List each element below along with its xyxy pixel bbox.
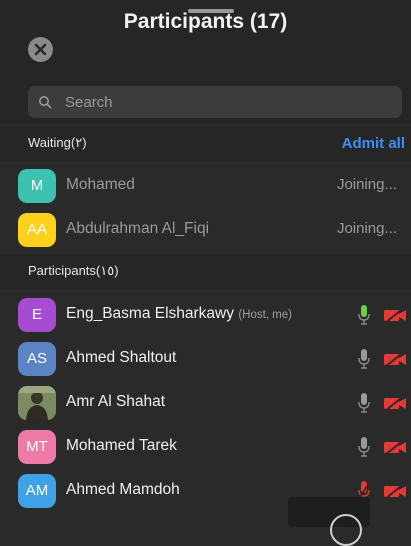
avatar: AM <box>18 474 56 508</box>
waiting-label: Waiting(٢) <box>28 135 87 150</box>
waiting-section-header: Waiting(٢) Admit all <box>0 126 411 161</box>
avatar: MT <box>18 430 56 464</box>
avatar-photo <box>18 386 56 420</box>
mic-muted-icon[interactable] <box>357 348 371 370</box>
floating-control-icon[interactable] <box>330 514 362 546</box>
participants-section-header: Participants(١٥) <box>0 254 411 289</box>
participant-name: Abdulrahman Al_Fiqi <box>66 220 210 237</box>
mic-muted-icon[interactable] <box>357 392 371 414</box>
avatar: AA <box>18 213 56 247</box>
waiting-row[interactable]: AA Abdulrahman Al_Fiqi Joining... <box>0 208 411 252</box>
joining-status: Joining... <box>336 176 397 193</box>
waiting-row[interactable]: M Mohamed Joining... <box>0 164 411 208</box>
profile-photo-icon <box>18 386 56 420</box>
participant-row[interactable]: Amr Al Shahat <box>0 381 411 425</box>
participants-label: Participants(١٥) <box>28 263 119 278</box>
participant-row[interactable]: E Eng_Basma Elsharkawy (Host, me) <box>0 293 411 337</box>
video-off-icon[interactable] <box>383 394 407 412</box>
close-button[interactable] <box>28 37 53 62</box>
participant-name: Ahmed Shaltout <box>66 349 177 366</box>
participant-name: Ahmed Mamdoh <box>66 481 180 498</box>
admit-all-button[interactable]: Admit all <box>342 135 405 152</box>
search-placeholder: Search <box>65 94 113 111</box>
mic-muted-icon[interactable] <box>357 436 371 458</box>
video-off-icon[interactable] <box>383 306 407 324</box>
video-off-icon[interactable] <box>383 350 407 368</box>
search-icon <box>39 96 52 109</box>
participant-row[interactable]: MT Mohamed Tarek <box>0 425 411 469</box>
joining-status: Joining... <box>336 220 397 237</box>
participants-header: Participants (17) Search <box>0 0 411 124</box>
avatar: E <box>18 298 56 332</box>
participant-name: Eng_Basma Elsharkawy (Host, me) <box>66 305 292 322</box>
video-off-icon[interactable] <box>383 482 407 500</box>
close-icon <box>34 43 47 56</box>
host-tag: (Host, me) <box>238 309 292 321</box>
avatar: M <box>18 169 56 203</box>
page-title: Participants (17) <box>123 10 288 33</box>
avatar: AS <box>18 342 56 376</box>
video-off-icon[interactable] <box>383 438 407 456</box>
participant-name: Amr Al Shahat <box>66 393 166 410</box>
mic-on-icon[interactable] <box>357 304 371 326</box>
participant-name: Mohamed Tarek <box>66 437 177 454</box>
search-input[interactable]: Search <box>28 86 402 118</box>
participant-row[interactable]: AS Ahmed Shaltout <box>0 337 411 381</box>
participant-name: Mohamed <box>66 176 135 193</box>
